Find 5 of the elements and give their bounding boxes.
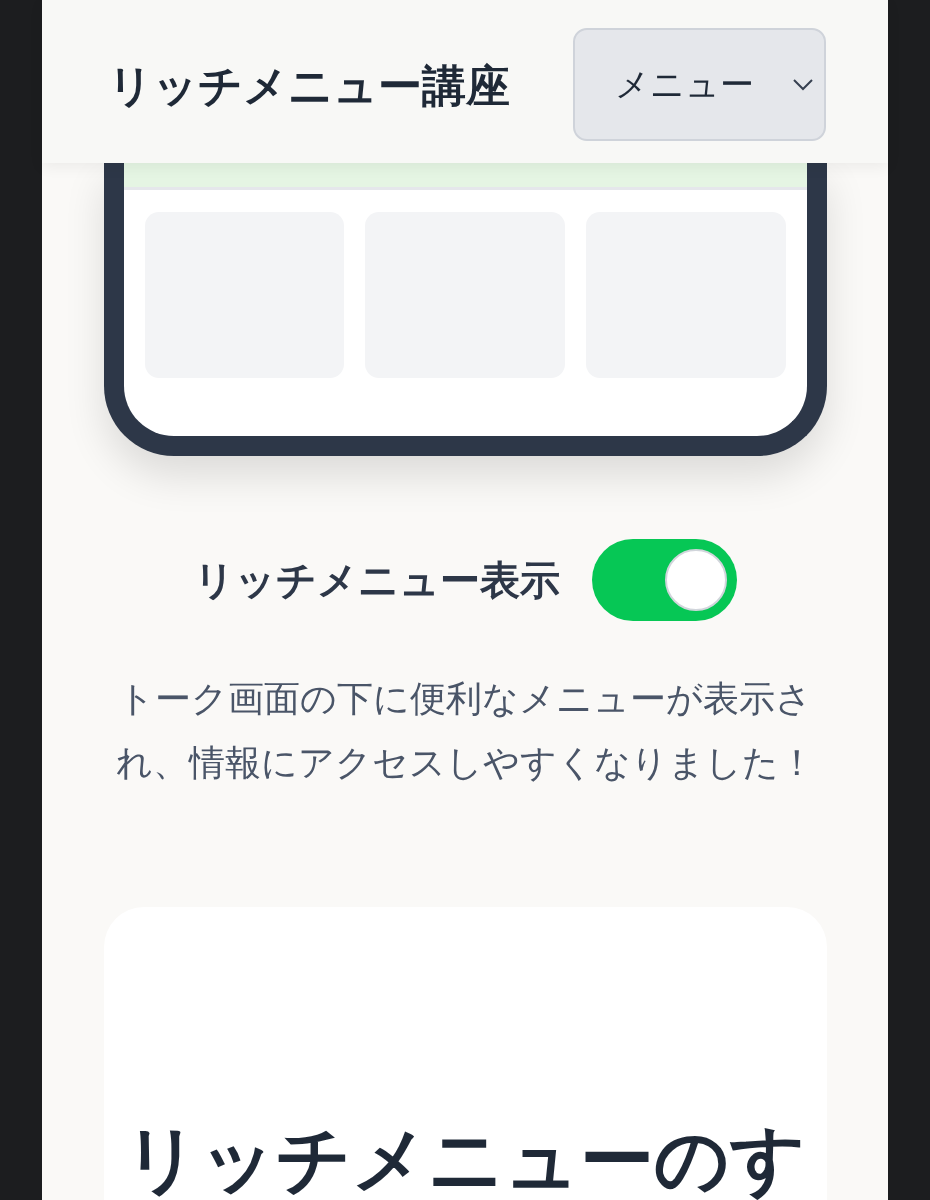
toggle-label: リッチメニュー表示: [193, 555, 560, 605]
menu-dropdown[interactable]: メニュー: [573, 28, 826, 141]
description-text: トーク画面の下に便利なメニューが表示され、情報にアクセスしやすくなりました！: [114, 677, 816, 785]
chevron-down-icon: [792, 77, 814, 92]
site-title: リッチメニュー講座: [108, 59, 510, 113]
